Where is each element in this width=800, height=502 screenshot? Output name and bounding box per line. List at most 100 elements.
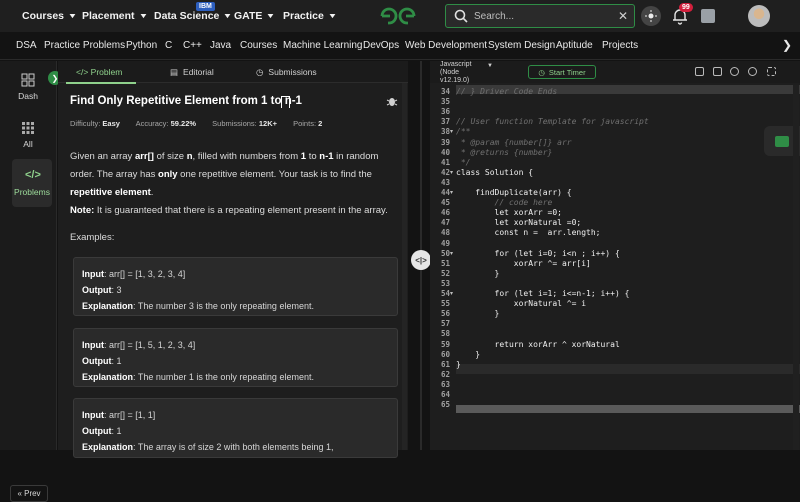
bookmark-icon[interactable]: [281, 96, 290, 108]
category-cpp[interactable]: C++: [183, 40, 202, 51]
line-number: 48: [440, 228, 450, 238]
search-icon: [454, 9, 468, 23]
tab-editorial[interactable]: ▤ Editorial: [170, 61, 214, 83]
line-number: 44: [440, 188, 450, 197]
nav-placement[interactable]: Placement ▼: [82, 0, 148, 32]
tab-submissions[interactable]: ◷ Submissions: [256, 61, 317, 83]
category-practice-problems[interactable]: Practice Problems: [44, 40, 125, 51]
rail-all-label: All: [23, 139, 33, 149]
chevron-down-icon: ▼: [138, 12, 148, 20]
category-aptitude[interactable]: Aptitude: [556, 40, 593, 51]
chevron-down-icon[interactable]: ▼: [487, 63, 493, 69]
resize-handle-icon[interactable]: <|>: [411, 250, 431, 270]
code-line: xorNatural ^= i: [456, 299, 587, 309]
category-c[interactable]: C: [165, 40, 172, 51]
example-explanation: The number 1 is the only repeating eleme…: [137, 372, 314, 382]
line-number: 62: [440, 369, 450, 379]
chevron-right-icon[interactable]: ❯: [782, 38, 792, 52]
category-python[interactable]: Python: [126, 40, 157, 51]
nav-gate-label: GATE: [234, 10, 263, 22]
code-area[interactable]: // } Driver Code Ends // User function Te…: [456, 85, 800, 450]
tab-editorial-label: Editorial: [183, 67, 214, 77]
examples-label: Examples:: [70, 232, 115, 243]
line-number: 45: [440, 198, 450, 208]
code-line: // User function Template for javascript: [456, 117, 649, 127]
fold-chevron-icon[interactable]: ▾: [450, 169, 453, 176]
category-machine-learning[interactable]: Machine Learning: [283, 40, 363, 51]
rail-all[interactable]: All: [8, 111, 48, 159]
scrollbar[interactable]: [402, 83, 407, 450]
tab-problem[interactable]: </> Problem: [76, 61, 122, 83]
line-number: 64: [440, 390, 450, 399]
search-bar[interactable]: Search... ✕: [445, 4, 635, 28]
line-number: 34: [440, 87, 450, 96]
code-line: for (let i=1; i<=n-1; i++) {: [456, 289, 630, 298]
category-web-development[interactable]: Web Development: [405, 40, 487, 51]
notification-count-badge: 99: [679, 3, 693, 12]
rail-dash[interactable]: Dash: [8, 63, 48, 111]
fold-chevron-icon[interactable]: ▾: [450, 128, 453, 135]
chevron-down-icon: ▼: [266, 12, 276, 20]
line-number: 55: [440, 299, 450, 309]
editor-scrollbar[interactable]: [793, 85, 799, 450]
nav-placement-label: Placement: [82, 10, 135, 22]
settings-icon[interactable]: [730, 67, 739, 76]
line-number: 47: [440, 218, 450, 228]
chevron-down-icon: ▼: [67, 12, 78, 20]
line-number: 61: [440, 359, 450, 369]
nav-gate[interactable]: GATE ▼: [234, 0, 276, 32]
fold-chevron-icon[interactable]: ▾: [450, 189, 453, 196]
category-projects[interactable]: Projects: [602, 40, 638, 51]
code-line: * @returns {number}: [456, 147, 553, 157]
line-number: 56: [440, 309, 450, 319]
search-input[interactable]: Search...: [474, 11, 618, 22]
line-number: 49: [440, 238, 450, 248]
difficulty-value: Easy: [102, 119, 120, 128]
example-box: Input: arr[] = [1, 1] Output: 1 Explanat…: [73, 398, 398, 458]
theme-toggle-button[interactable]: [641, 6, 661, 26]
category-courses[interactable]: Courses: [240, 40, 277, 51]
nav-data-science[interactable]: Data Science ▼: [154, 0, 233, 32]
rail-problems[interactable]: </> Problems: [12, 159, 52, 207]
problem-description: Given an array arr[] of size n, filled w…: [70, 151, 379, 198]
example-output: 1: [116, 426, 122, 436]
code-line: }: [456, 349, 481, 359]
nav-courses[interactable]: Courses ▼: [22, 0, 78, 32]
document-icon: ▤: [170, 66, 179, 77]
category-devops[interactable]: DevOps: [363, 40, 399, 51]
category-system-design[interactable]: System Design: [488, 40, 555, 51]
category-dsa[interactable]: DSA: [16, 40, 37, 51]
rail-problems-label: Problems: [14, 187, 50, 197]
gfg-logo-icon[interactable]: [378, 5, 418, 27]
close-icon[interactable]: ✕: [618, 9, 628, 23]
line-number: 42: [440, 167, 450, 177]
fold-chevron-icon[interactable]: ▾: [450, 250, 453, 257]
reset-icon[interactable]: [748, 67, 757, 76]
editor-toolbar: Javascript (Node v12.19.0) ▼ ◷ Start Time…: [430, 61, 800, 84]
difficulty-label: Difficulty:: [70, 119, 101, 128]
fullscreen-icon[interactable]: [767, 67, 776, 76]
category-bar: DSA Practice Problems Python C C++ Java …: [0, 32, 800, 60]
translate-icon[interactable]: [701, 9, 715, 23]
nav-practice[interactable]: Practice ▼: [283, 0, 337, 32]
page-title: Find Only Repetitive Element from 1 to n…: [70, 95, 302, 107]
category-java[interactable]: Java: [210, 40, 231, 51]
fold-chevron-icon[interactable]: ▾: [450, 290, 453, 297]
dashboard-icon: [21, 73, 35, 87]
start-timer-button[interactable]: ◷ Start Timer: [528, 65, 596, 79]
avatar[interactable]: [748, 5, 770, 27]
submissions-label: Submissions:: [212, 119, 257, 128]
example-box: Input: arr[] = [1, 5, 1, 2, 3, 4] Output…: [73, 328, 398, 387]
chat-icon: [775, 135, 789, 147]
bug-icon[interactable]: [386, 95, 398, 107]
prev-button[interactable]: « Prev: [10, 485, 48, 502]
line-number: 53: [440, 278, 450, 288]
duplicate-icon[interactable]: [713, 67, 722, 76]
copy-icon[interactable]: [695, 67, 704, 76]
code-line: */: [456, 157, 471, 167]
code-icon: </>: [25, 169, 41, 181]
grid-icon: [22, 122, 34, 134]
example-input: arr[] = [1, 3, 2, 3, 4]: [109, 269, 186, 279]
clock-icon: ◷: [256, 66, 264, 77]
code-line: for (let i=0; i<n ; i++) {: [456, 248, 620, 258]
